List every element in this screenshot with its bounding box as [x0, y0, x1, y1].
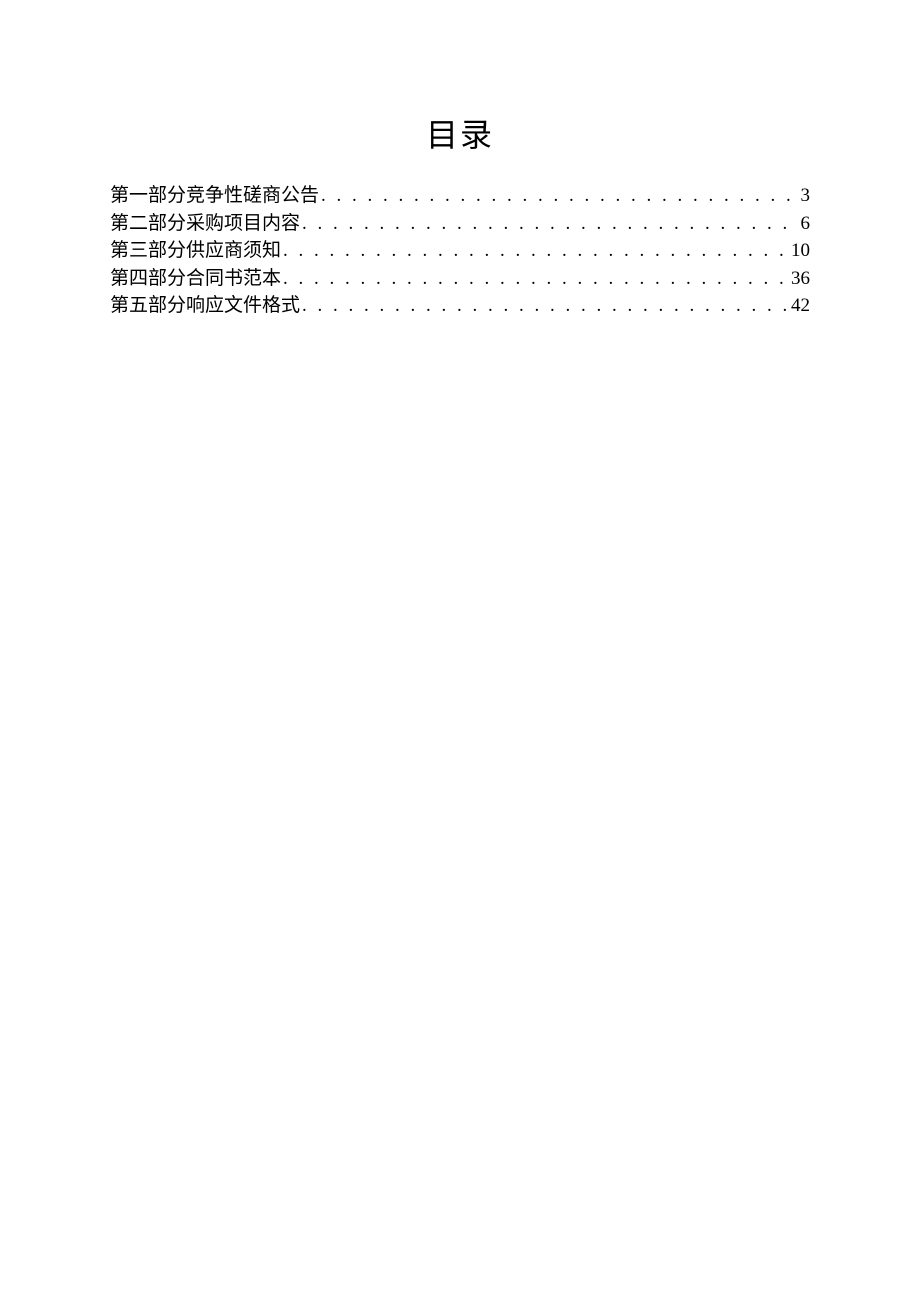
page-title: 目录 [110, 110, 810, 156]
toc-label: 第二部分采购项目内容 [110, 210, 300, 238]
toc-label: 第一部分竞争性磋商公告 [110, 182, 319, 210]
toc-entry: 第二部分采购项目内容 6 [110, 210, 810, 238]
toc-label: 第四部分合同书范本 [110, 265, 281, 293]
toc-page-number: 10 [791, 237, 810, 265]
toc-page-number: 3 [801, 182, 811, 210]
toc-leader-dots [283, 265, 789, 293]
toc-label: 第三部分供应商须知 [110, 237, 281, 265]
toc-entry: 第一部分竞争性磋商公告 3 [110, 182, 810, 210]
toc-entry: 第四部分合同书范本 36 [110, 265, 810, 293]
toc-page-number: 42 [791, 292, 810, 320]
toc-leader-dots [321, 182, 798, 210]
toc-entry: 第五部分响应文件格式 42 [110, 292, 810, 320]
toc-entry: 第三部分供应商须知 10 [110, 237, 810, 265]
toc-page-number: 6 [801, 210, 811, 238]
toc-leader-dots [302, 292, 789, 320]
toc-page-number: 36 [791, 265, 810, 293]
toc-label: 第五部分响应文件格式 [110, 292, 300, 320]
table-of-contents: 第一部分竞争性磋商公告 3 第二部分采购项目内容 6 第三部分供应商须知 10 … [110, 182, 810, 320]
toc-leader-dots [283, 237, 789, 265]
toc-leader-dots [302, 210, 798, 238]
